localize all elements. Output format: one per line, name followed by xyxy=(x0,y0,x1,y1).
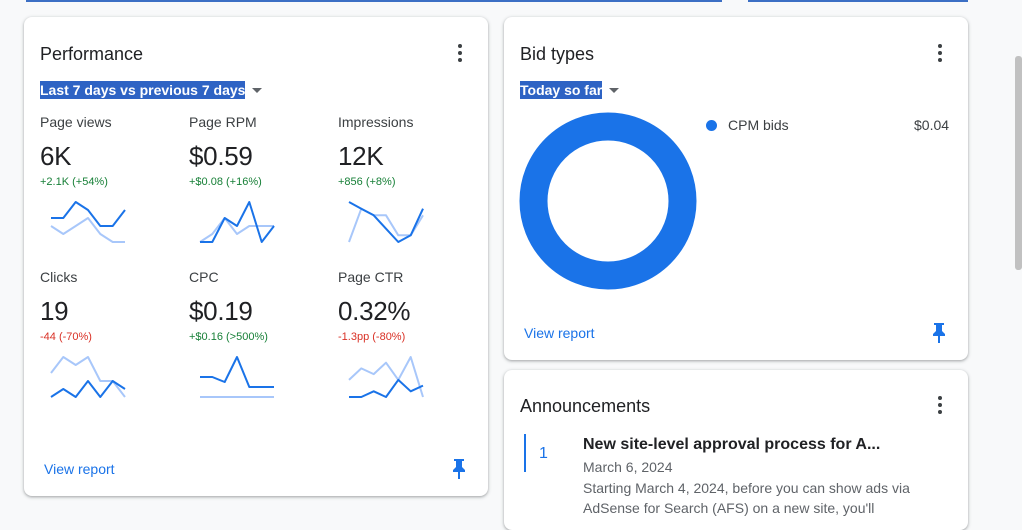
legend-label: CPM bids xyxy=(728,117,789,133)
metric-label: CPC xyxy=(189,269,219,285)
metric-value: 0.32% xyxy=(338,296,411,326)
metric-delta: +$0.16 (>500%) xyxy=(189,331,268,343)
card-edge-top-right xyxy=(748,0,968,2)
sparkline-current xyxy=(51,201,126,227)
performance-view-report-link[interactable]: View report xyxy=(44,461,115,477)
metric-value: $0.59 xyxy=(189,141,253,171)
performance-card: Performance Last 7 days vs previous 7 da… xyxy=(24,17,488,496)
metric-clicks: Clicks 19 -44 (-70%) xyxy=(40,269,180,398)
metric-page-ctr: Page CTR 0.32% -1.3pp (-80%) xyxy=(338,269,478,398)
announcement-indicator xyxy=(524,434,526,472)
push-pin-icon[interactable] xyxy=(931,322,947,349)
announcement-number: 1 xyxy=(539,445,548,462)
card-edge-top-left xyxy=(26,0,722,2)
sparkline xyxy=(348,356,424,398)
announcement-body: Starting March 4, 2024, before you can s… xyxy=(583,480,910,516)
more-vert-icon[interactable] xyxy=(930,43,950,63)
bid-types-view-report-link[interactable]: View report xyxy=(524,325,595,341)
performance-date-range-label: Last 7 days vs previous 7 days xyxy=(40,81,246,99)
donut-slice xyxy=(519,112,697,290)
page-scrollbar[interactable] xyxy=(1015,56,1022,270)
bid-types-date-range-dropdown[interactable]: Today so far xyxy=(520,81,620,99)
performance-date-range-dropdown[interactable]: Last 7 days vs previous 7 days xyxy=(40,81,263,99)
metric-value: 19 xyxy=(40,296,69,326)
sparkline xyxy=(50,201,126,243)
sparkline xyxy=(348,201,424,243)
metric-delta: -44 (-70%) xyxy=(40,331,92,343)
bid-types-card: Bid types Today so far CPM bids $0.04 Vi… xyxy=(504,17,968,360)
metric-delta: +856 (+8%) xyxy=(338,176,396,188)
metric-label: Impressions xyxy=(338,114,414,130)
metric-delta: -1.3pp (-80%) xyxy=(338,331,406,343)
sparkline-previous xyxy=(199,217,274,243)
more-vert-icon[interactable] xyxy=(450,43,470,63)
metric-label: Page RPM xyxy=(189,114,257,130)
performance-title: Performance xyxy=(40,44,144,64)
sparkline-previous xyxy=(50,217,125,243)
metric-label: Clicks xyxy=(40,269,78,285)
legend-item-cpm-bids: CPM bids xyxy=(706,117,789,133)
sparkline-current xyxy=(348,201,424,243)
announcements-title: Announcements xyxy=(520,396,651,416)
sparkline-current xyxy=(200,201,275,243)
dropdown-caret-icon xyxy=(609,87,620,93)
sparkline xyxy=(50,356,126,398)
metric-delta: +2.1K (+54%) xyxy=(40,176,108,188)
announcement-title[interactable]: New site-level approval process for A... xyxy=(583,436,880,454)
sparkline xyxy=(200,356,274,398)
bid-types-donut-chart xyxy=(519,112,697,290)
metric-cpc: CPC $0.19 +$0.16 (>500%) xyxy=(189,269,329,398)
sparkline-current xyxy=(349,378,424,398)
metric-value: 12K xyxy=(338,141,384,171)
metric-value: 6K xyxy=(40,141,72,171)
more-vert-icon[interactable] xyxy=(930,395,950,415)
legend-value: $0.04 xyxy=(914,117,950,133)
push-pin-icon[interactable] xyxy=(451,458,467,485)
legend-dot xyxy=(706,119,717,131)
sparkline-current xyxy=(200,356,274,388)
metric-delta: +$0.08 (+16%) xyxy=(189,176,262,188)
sparkline-previous xyxy=(348,207,424,243)
bid-types-date-range-label: Today so far xyxy=(520,81,603,99)
metric-value: $0.19 xyxy=(189,296,253,326)
bid-types-title: Bid types xyxy=(520,44,595,64)
metric-label: Page CTR xyxy=(338,269,404,285)
dropdown-caret-icon xyxy=(252,87,263,93)
metric-impressions: Impressions 12K +856 (+8%) xyxy=(338,114,478,243)
announcement-date: March 6, 2024 xyxy=(583,459,673,475)
metric-page-views: Page views 6K +2.1K (+54%) xyxy=(40,114,180,243)
sparkline xyxy=(199,201,275,243)
sparkline-previous xyxy=(50,356,126,398)
metric-label: Page views xyxy=(40,114,112,130)
announcements-card: Announcements 1 New site-level approval … xyxy=(504,370,968,530)
metric-page-rpm: Page RPM $0.59 +$0.08 (+16%) xyxy=(189,114,329,243)
